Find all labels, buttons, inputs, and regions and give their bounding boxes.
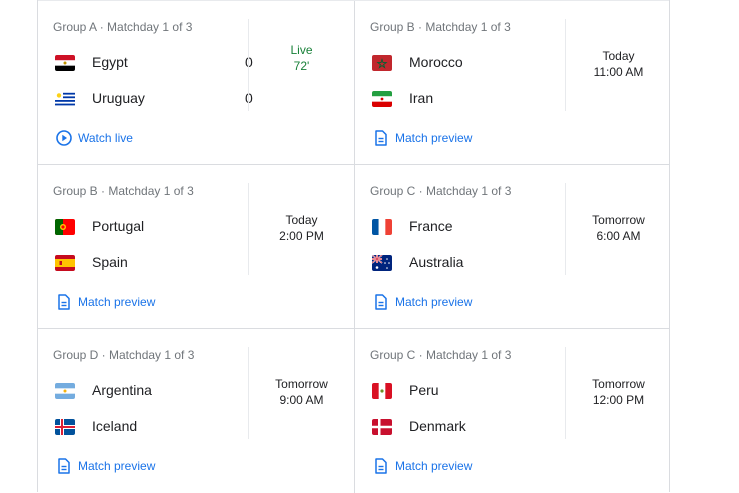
match-card[interactable]: Group A · Matchday 1 of 3 Egypt 0 Urugua… bbox=[38, 1, 354, 165]
iran-flag-icon bbox=[372, 91, 392, 107]
match-card[interactable]: Group C · Matchday 1 of 3 Peru Denmark T… bbox=[354, 329, 670, 493]
team-row: Spain bbox=[55, 253, 255, 273]
australia-flag-icon bbox=[372, 255, 392, 271]
match-group-label: Group A · Matchday 1 of 3 bbox=[53, 20, 193, 34]
peru-flag-icon bbox=[372, 383, 392, 399]
team-name: Denmark bbox=[409, 418, 466, 434]
match-card[interactable]: Group B · Matchday 1 of 3 Morocco Iran T… bbox=[354, 1, 670, 165]
link-label: Match preview bbox=[78, 295, 156, 309]
play-circle-icon bbox=[55, 129, 73, 147]
team-name: Portugal bbox=[92, 218, 145, 234]
match-group-label: Group B · Matchday 1 of 3 bbox=[53, 184, 194, 198]
team-name: France bbox=[409, 218, 453, 234]
document-icon bbox=[372, 129, 390, 147]
match-time: Tomorrow 6:00 AM bbox=[566, 212, 671, 244]
match-minute: 72' bbox=[293, 59, 310, 73]
team-row: Uruguay 0 bbox=[55, 89, 255, 109]
match-day: Today bbox=[285, 213, 318, 227]
team-name: Spain bbox=[92, 254, 128, 270]
morocco-flag-icon bbox=[372, 55, 392, 71]
match-time: Today 11:00 AM bbox=[566, 48, 671, 80]
match-clock: 9:00 AM bbox=[279, 393, 324, 407]
document-icon bbox=[372, 457, 390, 475]
team-row: Iran bbox=[372, 89, 572, 109]
link-label: Match preview bbox=[395, 459, 473, 473]
egypt-flag-icon bbox=[55, 55, 75, 71]
match-day: Tomorrow bbox=[592, 213, 645, 227]
match-time: Tomorrow 9:00 AM bbox=[249, 376, 354, 408]
france-flag-icon bbox=[372, 219, 392, 235]
team-name: Iran bbox=[409, 90, 434, 106]
team-name: Iceland bbox=[92, 418, 138, 434]
live-status: Live 72' bbox=[249, 42, 354, 74]
document-icon bbox=[55, 293, 73, 311]
link-label: Match preview bbox=[395, 295, 473, 309]
team-row: Denmark bbox=[372, 417, 572, 437]
team-row: Peru bbox=[372, 381, 572, 401]
team-name: Egypt bbox=[92, 54, 128, 70]
link-label: Match preview bbox=[78, 459, 156, 473]
team-row: Iceland bbox=[55, 417, 255, 437]
team-row: Egypt 0 bbox=[55, 53, 255, 73]
match-time: Tomorrow 12:00 PM bbox=[566, 376, 671, 408]
team-name: Morocco bbox=[409, 54, 463, 70]
link-label: Watch live bbox=[78, 131, 133, 145]
match-group-label: Group C · Matchday 1 of 3 bbox=[370, 348, 512, 362]
document-icon bbox=[372, 293, 390, 311]
iceland-flag-icon bbox=[55, 419, 75, 435]
document-icon bbox=[55, 457, 73, 475]
team-name: Argentina bbox=[92, 382, 152, 398]
portugal-flag-icon bbox=[55, 219, 75, 235]
match-clock: 11:00 AM bbox=[593, 65, 644, 79]
team-row: Argentina bbox=[55, 381, 255, 401]
match-group-label: Group C · Matchday 1 of 3 bbox=[370, 184, 512, 198]
denmark-flag-icon bbox=[372, 419, 392, 435]
match-day: Tomorrow bbox=[275, 377, 328, 391]
spain-flag-icon bbox=[55, 255, 75, 271]
team-row: France bbox=[372, 217, 572, 237]
team-name: Australia bbox=[409, 254, 464, 270]
link-label: Match preview bbox=[395, 131, 473, 145]
match-card[interactable]: Group B · Matchday 1 of 3 Portugal Spain… bbox=[38, 165, 354, 329]
team-row: Portugal bbox=[55, 217, 255, 237]
team-row: Australia bbox=[372, 253, 572, 273]
match-day: Today bbox=[602, 49, 635, 63]
team-name: Peru bbox=[409, 382, 439, 398]
match-card[interactable]: Group C · Matchday 1 of 3 France Austral… bbox=[354, 165, 670, 329]
match-day: Tomorrow bbox=[592, 377, 645, 391]
match-group-label: Group B · Matchday 1 of 3 bbox=[370, 20, 511, 34]
match-clock: 6:00 AM bbox=[596, 229, 641, 243]
team-name: Uruguay bbox=[92, 90, 145, 106]
uruguay-flag-icon bbox=[55, 91, 75, 107]
match-group-label: Group D · Matchday 1 of 3 bbox=[53, 348, 195, 362]
match-card[interactable]: Group D · Matchday 1 of 3 Argentina Icel… bbox=[38, 329, 354, 493]
match-clock: 12:00 PM bbox=[592, 393, 645, 407]
match-grid: Group A · Matchday 1 of 3 Egypt 0 Urugua… bbox=[37, 0, 670, 493]
match-time: Today 2:00 PM bbox=[249, 212, 354, 244]
match-clock: 2:00 PM bbox=[279, 229, 324, 243]
status-line: Live bbox=[290, 43, 313, 57]
team-row: Morocco bbox=[372, 53, 572, 73]
argentina-flag-icon bbox=[55, 383, 75, 399]
